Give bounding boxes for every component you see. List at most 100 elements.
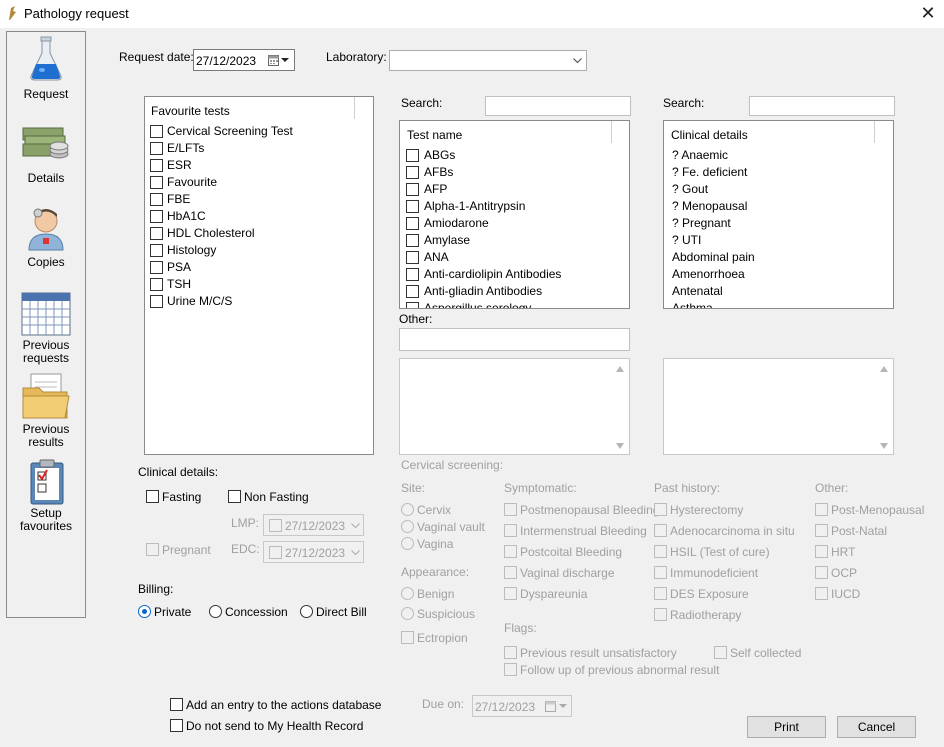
ectropion-checkbox[interactable] [401,631,414,644]
nav-item-copies[interactable]: Copies [7,202,85,269]
nav-item-previous-requests[interactable]: Previous requests [7,288,85,368]
cancel-button[interactable]: Cancel [837,716,916,738]
due-date-picker[interactable]: 27/12/2023 [472,695,572,717]
past-history-option-label: DES Exposure [670,587,749,601]
pregnant-checkbox[interactable] [146,543,159,556]
billing-private-radio[interactable] [138,605,151,618]
close-icon[interactable]: ✕ [912,0,944,28]
print-button[interactable]: Print [747,716,826,738]
clinical-detail-label[interactable]: ? Gout [672,182,708,196]
clinical-detail-label[interactable]: ? Menopausal [672,199,747,213]
favourite-test-checkbox[interactable] [150,261,163,274]
site-option-radio[interactable] [401,520,414,533]
calendar-dropdown-icon[interactable] [268,54,279,66]
clinical-search-input[interactable] [749,96,895,116]
test-name-checkbox[interactable] [406,217,419,230]
favourite-test-checkbox[interactable] [150,244,163,257]
actions-database-checkbox[interactable] [170,698,183,711]
symptomatic-option-checkbox[interactable] [504,545,517,558]
scroll-down-icon[interactable] [880,443,888,449]
clinical-detail-label[interactable]: ? Pregnant [672,216,731,230]
lmp-checkbox[interactable] [269,519,282,532]
clinical-detail-label[interactable]: Amenorrhoea [672,267,745,281]
billing-concession-radio[interactable] [209,605,222,618]
edc-date-picker[interactable]: 27/12/2023 [263,541,364,563]
favourite-test-checkbox[interactable] [150,142,163,155]
favourite-test-label: Histology [167,243,217,257]
scroll-down-icon[interactable] [616,443,624,449]
nav-item-setup-favourites[interactable]: Setup favourites [7,456,85,540]
symptomatic-option-checkbox[interactable] [504,524,517,537]
clinical-details-header: Clinical details [664,121,875,143]
flag-follow-up-checkbox[interactable] [504,663,517,676]
lmp-date-picker[interactable]: 27/12/2023 [263,514,364,536]
test-name-checkbox[interactable] [406,166,419,179]
favourite-test-checkbox[interactable] [150,159,163,172]
clinical-memo-box[interactable] [663,358,894,455]
other-input[interactable] [399,328,630,351]
favourite-test-checkbox[interactable] [150,278,163,291]
clinical-detail-label[interactable]: ? UTI [672,233,701,247]
test-name-checkbox[interactable] [406,251,419,264]
test-name-checkbox[interactable] [406,285,419,298]
nav-item-details[interactable]: Details [7,118,85,185]
flag-previous-unsatisfactory-checkbox[interactable] [504,646,517,659]
symptomatic-option-checkbox[interactable] [504,587,517,600]
favourite-test-checkbox[interactable] [150,295,163,308]
test-name-checkbox[interactable] [406,183,419,196]
other-condition-option-checkbox[interactable] [815,545,828,558]
symptomatic-option-checkbox[interactable] [504,503,517,516]
appearance-option-radio[interactable] [401,587,414,600]
past-history-option-checkbox[interactable] [654,587,667,600]
self-collected-checkbox[interactable] [714,646,727,659]
favourite-test-checkbox[interactable] [150,210,163,223]
scroll-up-icon[interactable] [880,366,888,372]
billing-direct-bill-radio[interactable] [300,605,313,618]
nav-item-previous-results[interactable]: Previous results [7,372,85,452]
clinical-detail-label[interactable]: Asthma [672,301,713,308]
favourite-test-checkbox[interactable] [150,125,163,138]
past-history-option-checkbox[interactable] [654,608,667,621]
nav-item-request[interactable]: Request [7,34,85,102]
tests-memo-box[interactable] [399,358,630,455]
test-name-checkbox[interactable] [406,149,419,162]
request-date-picker[interactable]: 27/12/2023 [193,49,295,71]
non-fasting-checkbox[interactable] [228,490,241,503]
site-option-radio[interactable] [401,503,414,516]
clinical-detail-label[interactable]: Antenatal [672,284,723,298]
site-option-label: Cervix [417,503,452,517]
other-condition-option-checkbox[interactable] [815,524,828,537]
test-name-label: ABGs [424,148,456,162]
favourite-tests-header-label: Favourite tests [151,104,230,118]
site-option-radio[interactable] [401,537,414,550]
calendar-dropdown-icon[interactable] [545,700,556,712]
past-history-option-checkbox[interactable] [654,524,667,537]
other-condition-option-checkbox[interactable] [815,566,828,579]
test-name-checkbox[interactable] [406,200,419,213]
clinical-detail-label[interactable]: Abdominal pain [672,250,755,264]
test-name-checkbox[interactable] [406,268,419,281]
no-my-health-record-checkbox[interactable] [170,719,183,732]
edc-checkbox[interactable] [269,546,282,559]
clinical-detail-label[interactable]: ? Anaemic [672,148,728,162]
fasting-checkbox[interactable] [146,490,159,503]
scroll-up-icon[interactable] [616,366,624,372]
other-condition-option-checkbox[interactable] [815,503,828,516]
favourite-test-checkbox[interactable] [150,227,163,240]
appearance-option-radio[interactable] [401,607,414,620]
test-name-checkbox[interactable] [406,302,419,308]
other-condition-option-checkbox[interactable] [815,587,828,600]
past-history-option-checkbox[interactable] [654,545,667,558]
symptomatic-option-checkbox[interactable] [504,566,517,579]
test-name-checkbox[interactable] [406,234,419,247]
past-history-option-checkbox[interactable] [654,503,667,516]
favourite-test-checkbox[interactable] [150,176,163,189]
other-condition-option-label: HRT [831,545,856,559]
past-history-option-checkbox[interactable] [654,566,667,579]
side-nav: Request Details Copies Previous requests… [6,31,86,618]
clinical-detail-label[interactable]: ? Fe. deficient [672,165,747,179]
favourite-test-checkbox[interactable] [150,193,163,206]
symptomatic-option-label: Intermenstrual Bleeding [520,524,647,538]
tests-search-input[interactable] [485,96,631,116]
laboratory-select[interactable] [389,50,587,71]
